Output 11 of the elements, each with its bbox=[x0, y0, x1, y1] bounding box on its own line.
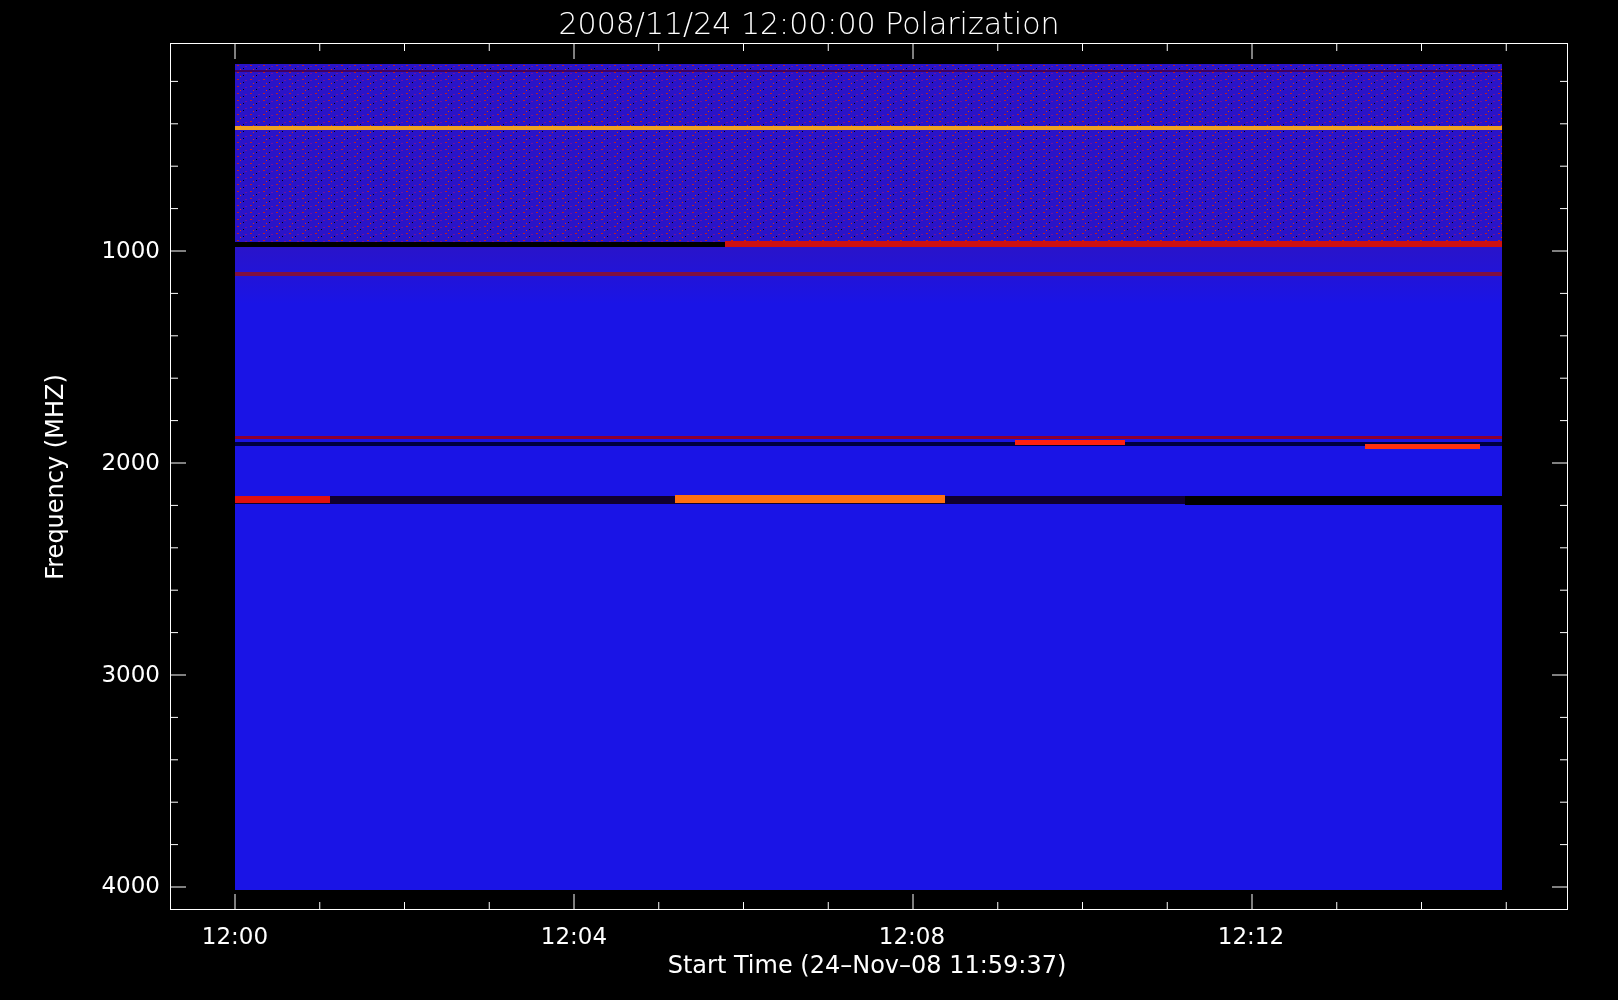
x-tick-label: 12:00 bbox=[200, 925, 270, 948]
x-tick-label: 12:08 bbox=[877, 925, 947, 948]
x-tick-label: 12:12 bbox=[1216, 925, 1286, 948]
x-axis-label: Start Time (24–Nov–08 11:59:37) bbox=[666, 953, 1068, 977]
y-tick-label: 4000 bbox=[100, 874, 160, 897]
y-axis-label: Frequency (MHZ) bbox=[43, 373, 67, 582]
y-tick-label: 1000 bbox=[100, 239, 160, 262]
x-tick-label: 12:04 bbox=[539, 925, 609, 948]
chart-title: 2008/11/24 12:00:00 Polarization bbox=[557, 5, 1061, 43]
y-tick-label: 3000 bbox=[100, 663, 160, 686]
y-tick-label: 2000 bbox=[100, 451, 160, 474]
